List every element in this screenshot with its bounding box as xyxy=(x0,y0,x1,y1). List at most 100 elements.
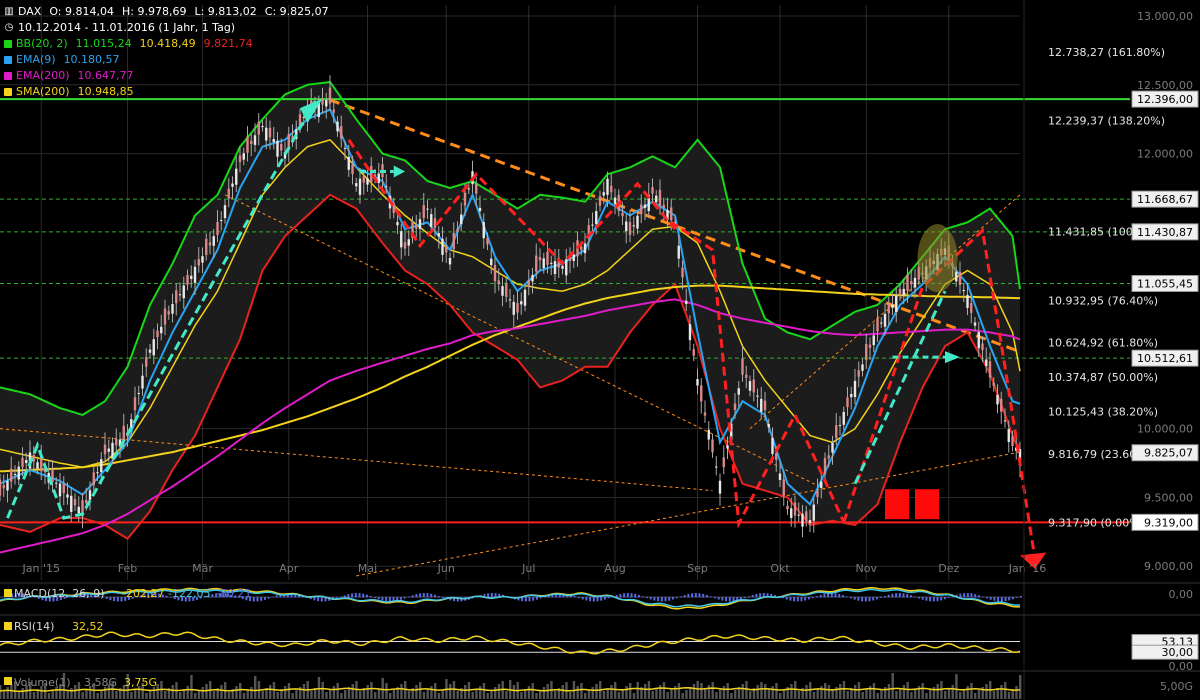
price-bar xyxy=(880,322,883,324)
macd-histogram-bar xyxy=(105,597,108,599)
volume-bar xyxy=(385,683,388,699)
macd-histogram-bar xyxy=(925,597,928,601)
price-bar xyxy=(100,459,103,473)
price-bar xyxy=(846,397,849,408)
price-bar xyxy=(711,439,714,453)
macd-histogram-bar xyxy=(807,597,810,600)
macd-histogram-bar xyxy=(532,597,535,601)
price-bar xyxy=(220,220,223,222)
price-bar xyxy=(853,380,857,398)
macd-histogram-bar xyxy=(320,597,323,602)
volume-bar xyxy=(145,693,148,699)
price-bar xyxy=(756,395,759,397)
price-bar xyxy=(445,246,448,253)
macd-histogram-bar xyxy=(811,597,814,599)
volume-bar xyxy=(437,693,441,699)
volume-bar xyxy=(130,692,133,699)
legend-indicator-value: 11.015,24 xyxy=(75,37,132,50)
volume-bar xyxy=(490,690,493,699)
volume-bar xyxy=(235,686,238,699)
macd-histogram-bar xyxy=(385,597,388,602)
macd-histogram-bar xyxy=(415,594,418,598)
volume-bar xyxy=(497,684,501,699)
price-bar xyxy=(996,394,999,405)
highlight-ellipse xyxy=(917,224,958,293)
volume-bar xyxy=(955,674,958,699)
macd-histogram-bar xyxy=(381,597,384,601)
price-bar xyxy=(250,140,253,144)
price-bar xyxy=(175,290,178,304)
volume-bar xyxy=(366,685,369,699)
y-tick-label: 9.500,00 xyxy=(1144,491,1193,504)
volume-bar xyxy=(359,691,362,699)
price-bar xyxy=(261,126,264,128)
volume-bar xyxy=(441,690,444,699)
macd-histogram-bar xyxy=(585,597,588,601)
x-tick-label: Jul xyxy=(521,562,535,575)
price-bar xyxy=(981,343,984,350)
macd-histogram-bar xyxy=(403,597,406,599)
price-bar xyxy=(580,246,583,250)
price-bar xyxy=(835,425,838,439)
legend-indicator-value: 10.948,85 xyxy=(77,85,134,98)
macd-histogram-bar xyxy=(649,597,652,600)
volume-bar xyxy=(677,683,681,699)
volume-bar xyxy=(381,678,384,699)
x-tick-label: Mai xyxy=(358,562,377,575)
volume-bar xyxy=(711,682,714,699)
macd-histogram-bar xyxy=(936,597,939,602)
x-tick-label: Mär xyxy=(192,562,213,575)
volume-bar xyxy=(887,684,891,699)
macd-histogram-bar xyxy=(1020,596,1022,598)
volume-bar xyxy=(947,688,951,699)
macd-histogram-bar xyxy=(725,597,728,602)
price-bar xyxy=(32,455,35,462)
price-bar xyxy=(0,479,2,496)
price-bar xyxy=(452,232,455,249)
price-bar xyxy=(868,344,872,348)
volume-bar xyxy=(722,686,726,699)
price-bar xyxy=(216,222,219,235)
macd-histogram-bar xyxy=(743,597,746,599)
price-bar xyxy=(808,520,812,524)
price-bar xyxy=(92,472,95,486)
volume-bar xyxy=(242,693,246,699)
macd-histogram-bar xyxy=(966,593,969,598)
price-bar xyxy=(958,272,962,285)
price-bar xyxy=(790,508,793,518)
macd-histogram-bar xyxy=(895,593,898,598)
volume-bar xyxy=(741,684,744,699)
volume-bar xyxy=(790,684,793,699)
volume-bar xyxy=(546,684,549,699)
price-bar xyxy=(430,214,433,227)
volume-bar xyxy=(272,682,276,699)
price-bar xyxy=(362,176,365,183)
volume-bar xyxy=(805,685,808,699)
y-tick-label: 12.500,00 xyxy=(1137,79,1193,92)
volume-bar xyxy=(351,684,354,699)
price-bar xyxy=(351,164,354,175)
volume-bar xyxy=(625,686,628,699)
price-bar xyxy=(235,168,238,185)
price-bar xyxy=(418,219,422,229)
volume-bar xyxy=(66,691,69,699)
price-bar xyxy=(145,357,148,367)
legend-title-row: ▥ DAX O: 9.814,04 H: 9.978,69 L: 9.813,0… xyxy=(4,4,328,20)
volume-bar xyxy=(861,692,864,699)
volume-bar xyxy=(734,690,737,699)
volume-bar xyxy=(614,682,617,699)
price-bar xyxy=(441,238,444,255)
volume-bar xyxy=(51,690,54,699)
macd-histogram-bar xyxy=(913,596,916,598)
price-bar xyxy=(681,267,684,278)
macd-histogram-bar xyxy=(932,597,935,602)
price-bar xyxy=(115,438,118,446)
fib-label: 9.317,90 (0.00%) xyxy=(1048,517,1144,530)
price-bar xyxy=(823,458,827,475)
macd-histogram-bar xyxy=(989,597,992,600)
legend-indicator-value: 9.821,74 xyxy=(203,37,253,50)
price-bar xyxy=(328,87,332,104)
macd-histogram-bar xyxy=(755,593,758,598)
macd-histogram-bar xyxy=(343,595,346,598)
price-bar xyxy=(778,473,782,480)
